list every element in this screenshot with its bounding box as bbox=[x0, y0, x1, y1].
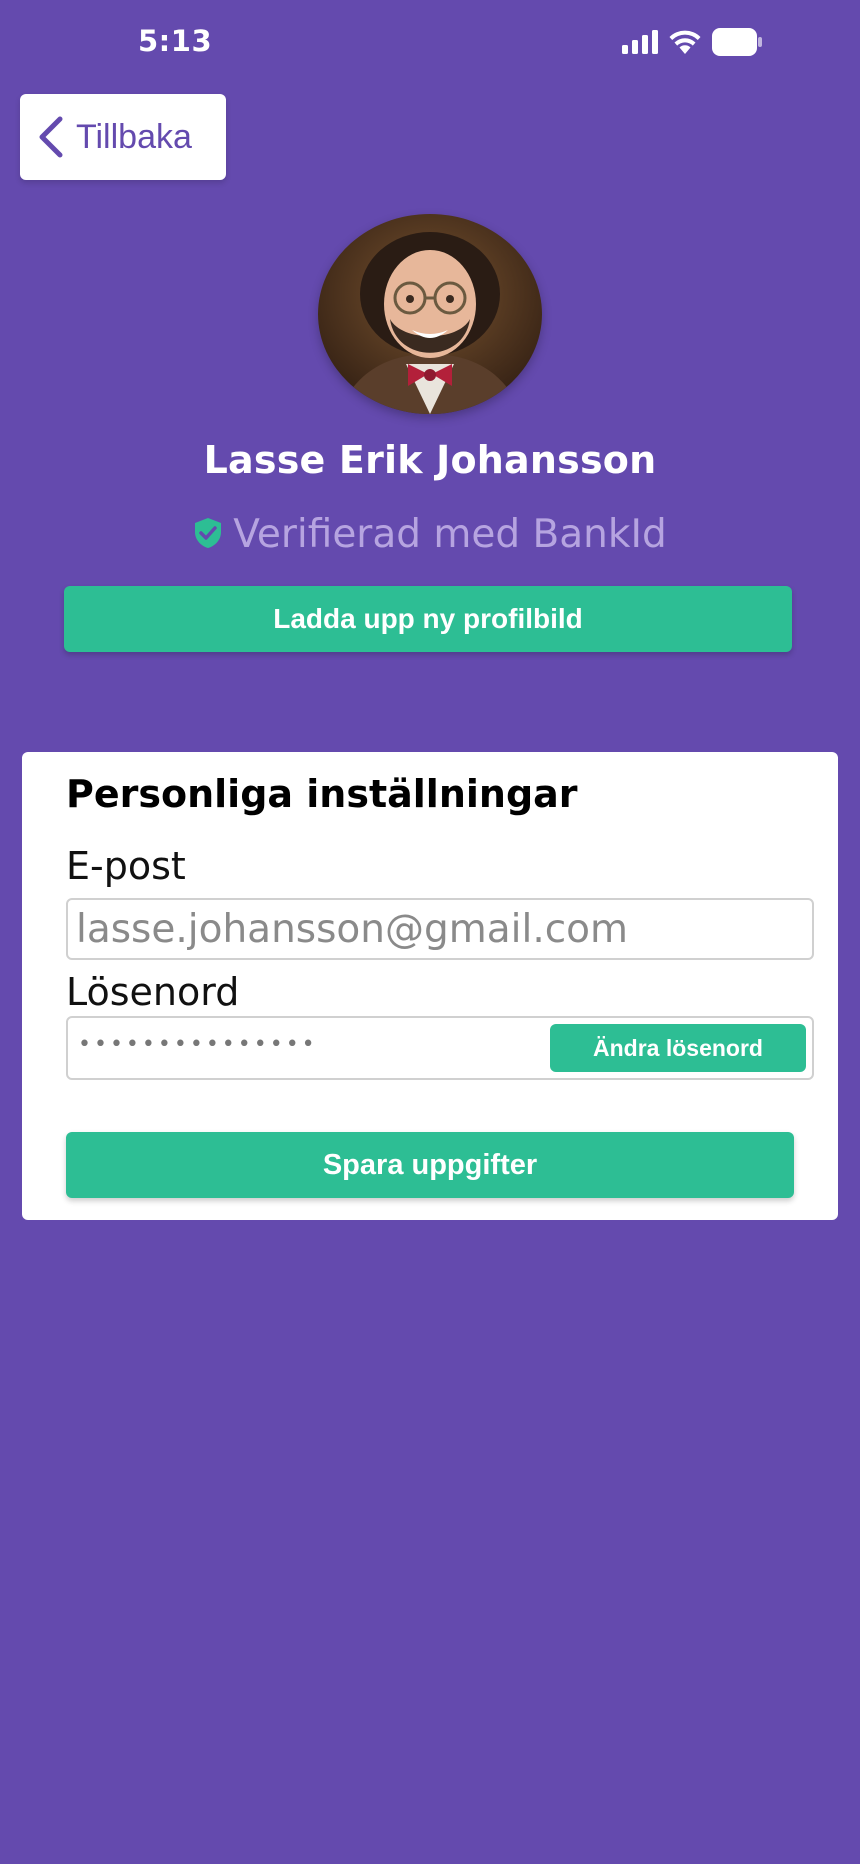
back-label: Tillbaka bbox=[76, 117, 192, 156]
verified-text: Verifierad med BankId bbox=[233, 512, 667, 557]
password-label: Lösenord bbox=[66, 970, 240, 1014]
shield-check-icon bbox=[193, 517, 223, 553]
change-password-button[interactable]: Ändra lösenord bbox=[550, 1024, 806, 1072]
status-time: 5:13 bbox=[138, 24, 213, 58]
wifi-icon bbox=[668, 29, 702, 55]
signal-icon bbox=[622, 30, 658, 54]
status-bar: 5:13 bbox=[0, 0, 860, 90]
password-field[interactable]: ••••••••••••••• Ändra lösenord bbox=[66, 1016, 814, 1080]
status-icons bbox=[622, 28, 762, 56]
back-button[interactable]: Tillbaka bbox=[20, 94, 226, 180]
avatar bbox=[318, 214, 542, 414]
personal-settings-card: Personliga inställningar E-post Lösenord… bbox=[22, 752, 838, 1220]
upload-profile-picture-button[interactable]: Ladda upp ny profilbild bbox=[64, 586, 792, 652]
save-details-button[interactable]: Spara uppgifter bbox=[66, 1132, 794, 1198]
password-masked-value: ••••••••••••••• bbox=[78, 1032, 318, 1057]
battery-icon bbox=[712, 28, 762, 56]
verification-status: Verifierad med BankId bbox=[0, 512, 860, 557]
profile-name: Lasse Erik Johansson bbox=[203, 438, 657, 482]
email-label: E-post bbox=[66, 844, 186, 888]
card-title: Personliga inställningar bbox=[66, 772, 578, 816]
chevron-left-icon bbox=[36, 115, 66, 159]
email-field[interactable] bbox=[66, 898, 814, 960]
